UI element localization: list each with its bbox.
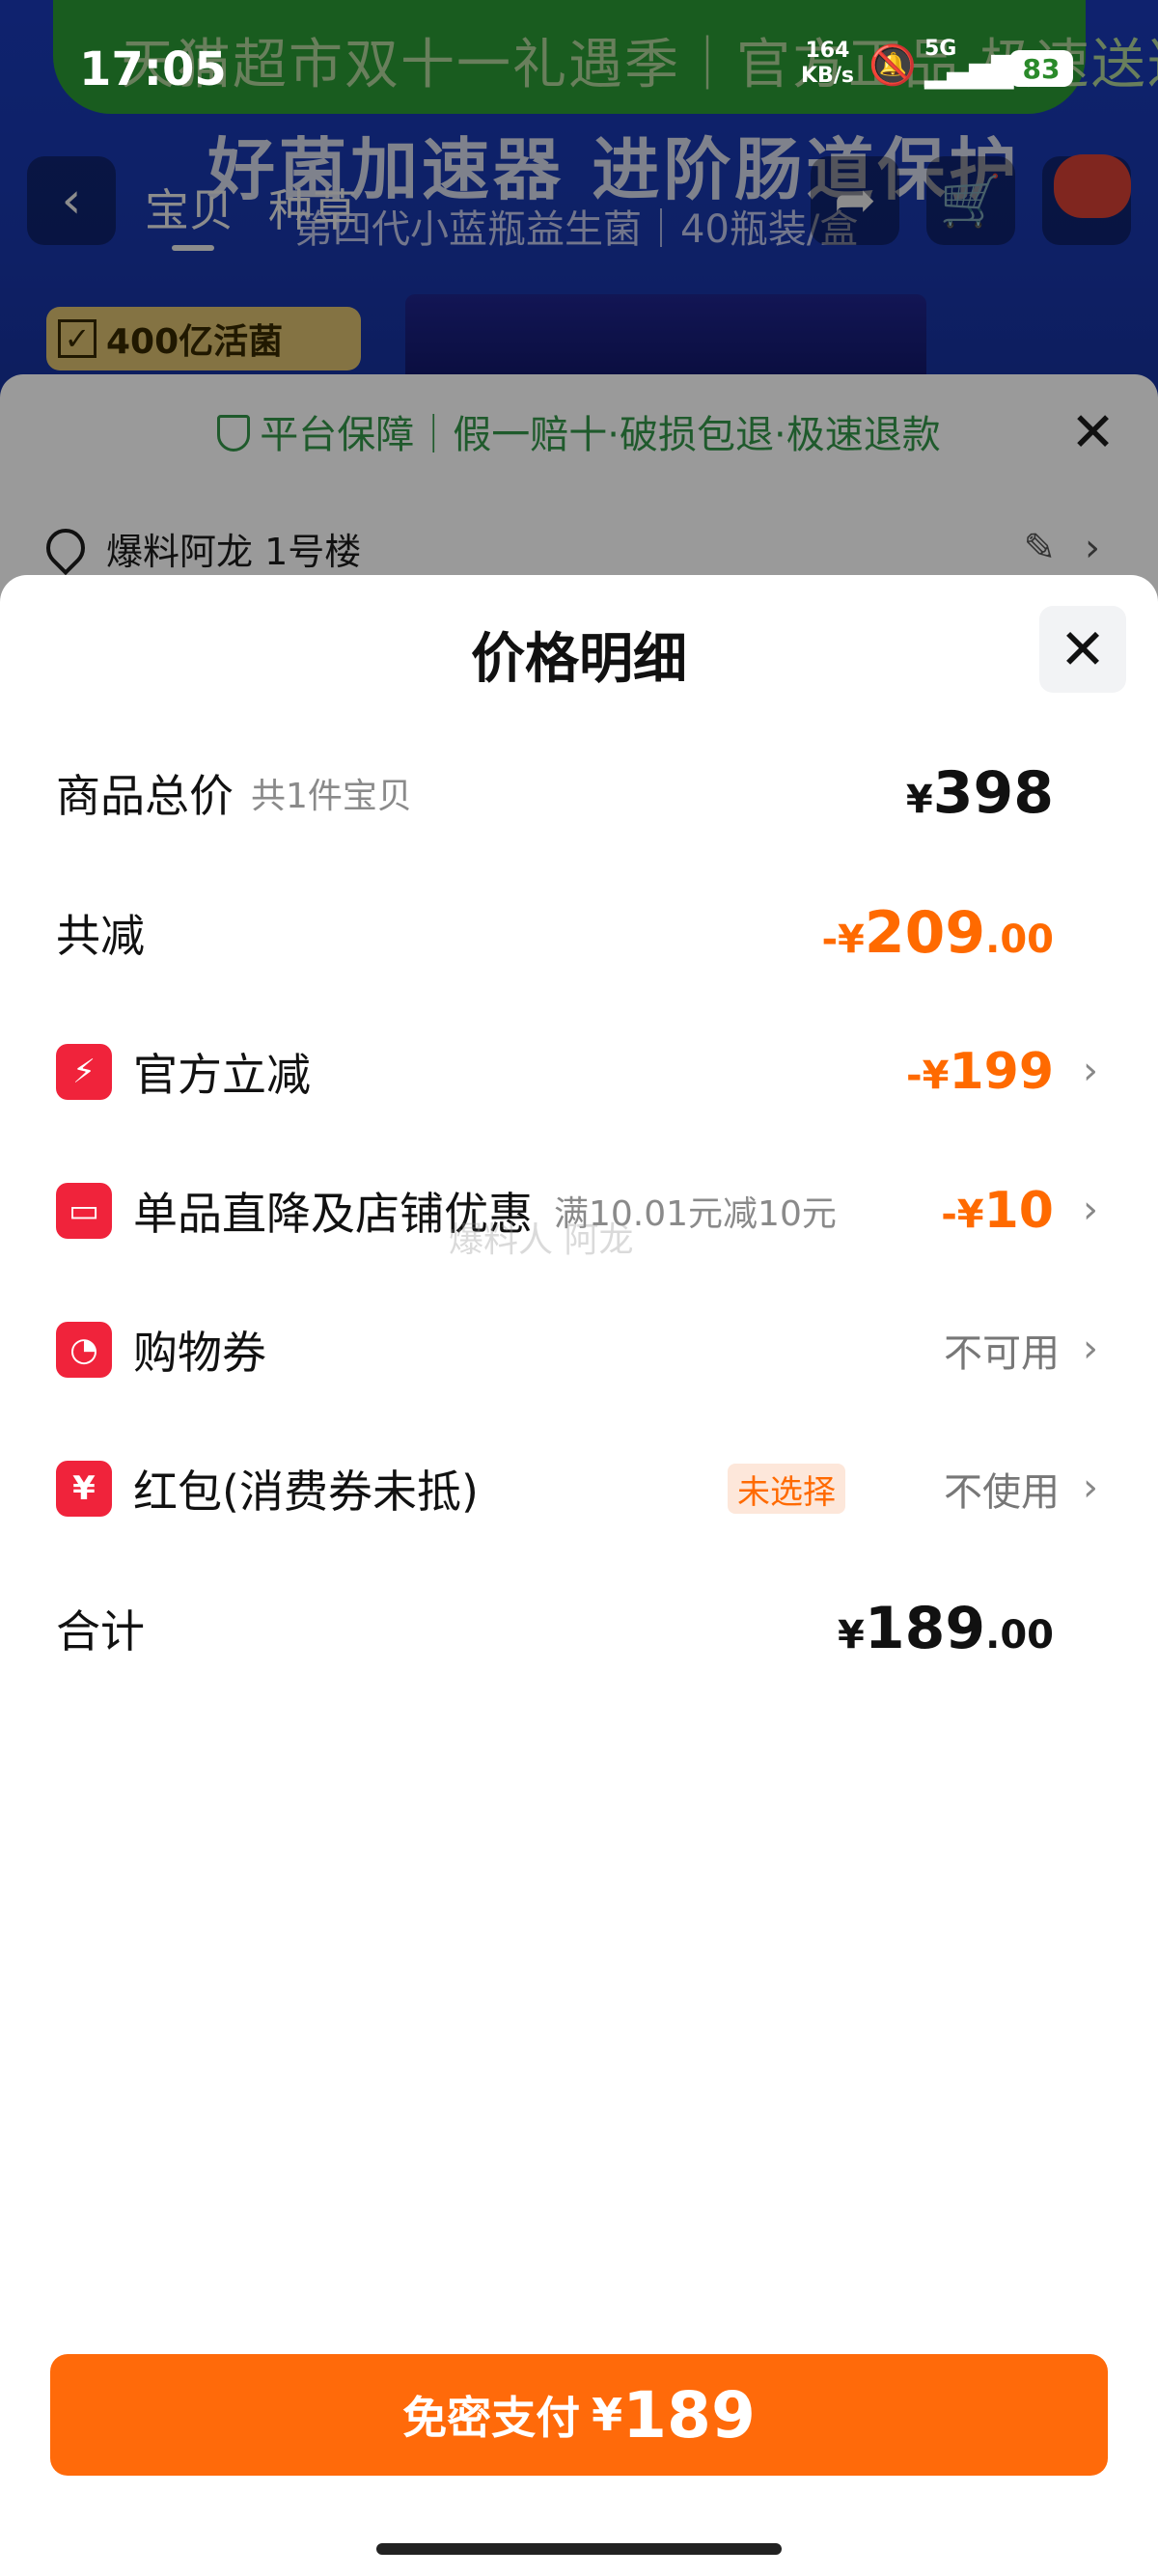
amount-prefix: -¥	[821, 918, 865, 962]
store-discount-amount: -¥10	[941, 1182, 1054, 1240]
row-label: 官方立减	[133, 1049, 311, 1101]
red-packet-status: 不使用	[944, 1470, 1060, 1515]
status-time: 17:05	[79, 42, 227, 96]
lightning-icon: ⚡	[56, 1044, 112, 1100]
home-indicator[interactable]	[376, 2543, 782, 2555]
price-detail-sheet: 价格明细 ✕ 商品总价 共1件宝贝 ¥398 共减 -¥209.00 ⚡ 官方立…	[0, 575, 1158, 2576]
chevron-right-icon: ›	[1083, 1466, 1098, 1510]
pay-button-label: 免密支付	[402, 2392, 581, 2444]
voucher-icon: ◔	[56, 1322, 112, 1378]
row-grand-total: 合计 ¥189.00	[56, 1590, 1098, 1667]
signal-icon: ▂▄▆█	[924, 56, 1014, 90]
chevron-right-icon: ›	[1083, 1049, 1098, 1093]
order-sheet-close-icon[interactable]: ✕	[1070, 401, 1116, 464]
row-label: 商品总价	[56, 770, 234, 822]
row-total-discount: 共减 -¥209.00	[56, 894, 1098, 972]
watermark: 爆料人 阿龙	[449, 1220, 634, 1260]
guarantee-text: 平台保障｜假一赔十·破损包退·极速退款	[260, 413, 941, 457]
goods-total-amount: ¥398	[906, 759, 1054, 827]
row-label: 红包(消费券未抵)	[133, 1466, 479, 1518]
amount-int: 398	[932, 759, 1054, 827]
pay-button-currency: ¥	[592, 2389, 623, 2441]
row-label: 合计	[56, 1605, 145, 1658]
row-label: 购物券	[133, 1327, 266, 1379]
row-official-discount[interactable]: ⚡ 官方立减 -¥199 ›	[56, 1033, 1098, 1110]
sheet-title: 价格明细	[471, 628, 687, 691]
amount-int: 10	[983, 1182, 1054, 1240]
amount-dec: .00	[985, 918, 1054, 962]
mute-bell-icon: 🔕	[868, 43, 917, 88]
battery-icon: 83	[1009, 50, 1073, 87]
row-red-packet[interactable]: ¥ 红包(消费券未抵) 未选择 不使用 ›	[56, 1450, 1098, 1527]
network-speed-value: 164	[805, 39, 850, 63]
amount-int: 189	[864, 1595, 986, 1662]
status-bar: 17:05 164 KB/s 🔕 5G ▂▄▆█ 83	[0, 0, 1158, 135]
store-icon: ▭	[56, 1183, 112, 1239]
amount-prefix: -¥	[941, 1192, 984, 1237]
chevron-right-icon: ›	[1083, 1188, 1098, 1232]
edit-icon[interactable]: ✎	[1023, 526, 1056, 570]
grand-total-amount: ¥189.00	[838, 1595, 1054, 1662]
amount-int: 199	[949, 1043, 1054, 1101]
amount-int: 209	[864, 899, 986, 967]
amount-dec: .00	[985, 1613, 1054, 1658]
red-packet-icon: ¥	[56, 1461, 112, 1517]
network-speed-unit: KB/s	[801, 64, 854, 88]
location-pin-icon	[38, 520, 94, 576]
row-shopping-voucher[interactable]: ◔ 购物券 不可用 ›	[56, 1311, 1098, 1388]
address-row[interactable]: 爆料阿龙 1号楼 ✎ ›	[38, 519, 1100, 577]
official-discount-amount: -¥199	[906, 1043, 1054, 1101]
chevron-right-icon: ›	[1085, 526, 1100, 570]
shield-icon	[217, 415, 251, 452]
address-text: 爆料阿龙 1号楼	[106, 530, 362, 573]
currency-symbol: ¥	[838, 1613, 865, 1658]
pay-button-amount: 189	[622, 2377, 756, 2453]
unselected-tag: 未选择	[728, 1464, 845, 1514]
amount-prefix: -¥	[906, 1054, 950, 1098]
network-speed: 164 KB/s	[801, 39, 854, 89]
total-discount-amount: -¥209.00	[821, 899, 1054, 967]
voucher-status: 不可用	[944, 1331, 1060, 1376]
close-icon[interactable]: ✕	[1039, 606, 1126, 693]
pay-button[interactable]: 免密支付 ¥ 189	[50, 2354, 1108, 2476]
platform-guarantee: 平台保障｜假一赔十·破损包退·极速退款	[0, 403, 1158, 459]
currency-symbol: ¥	[905, 778, 933, 822]
row-sublabel: 共1件宝贝	[251, 777, 412, 816]
row-goods-total: 商品总价 共1件宝贝 ¥398	[56, 754, 1098, 832]
chevron-right-icon: ›	[1083, 1327, 1098, 1371]
row-label: 共减	[56, 910, 145, 962]
